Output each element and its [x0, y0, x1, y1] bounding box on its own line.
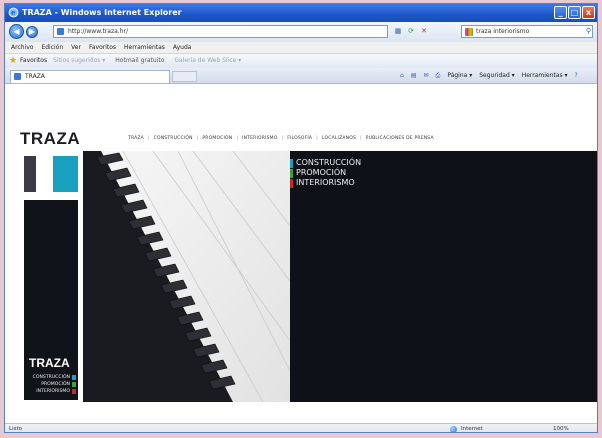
minimize-button[interactable]: _ [554, 6, 567, 19]
sidebar-item-label: PROMOCIÓN [41, 382, 70, 387]
menu-herramientas[interactable]: Herramientas [124, 42, 165, 53]
panel-item-construccion[interactable]: CONSTRUCCIÓN [290, 158, 361, 168]
stop-icon[interactable]: ✕ [419, 26, 429, 36]
mail-icon[interactable]: ✉ [423, 70, 428, 81]
favorites-bar: ★ Favoritos Sitios sugeridos ▾ Hotmail g… [5, 54, 597, 68]
fav-web-slice-gallery[interactable]: Galería de Web Slice ▾ [174, 54, 241, 68]
panel-item-label: PROMOCIÓN [296, 168, 347, 177]
ie-icon: e [8, 7, 19, 18]
back-button[interactable]: ◀ [9, 24, 24, 39]
site-logo[interactable]: TRAZA [20, 129, 80, 149]
nav-filosofia[interactable]: FILOSOFÍA [287, 136, 312, 141]
nav-construccion[interactable]: CONSTRUCCIÓN [154, 136, 193, 141]
search-icon[interactable]: ⚲ [586, 26, 591, 37]
address-row: ◀ ▶ http://www.traza.hr/ ▦ ⟳ ✕ traza int… [5, 22, 597, 42]
color-marker [290, 178, 293, 188]
sidebar-item-promocion[interactable]: PROMOCIÓN [24, 381, 76, 388]
nav-separator: | [147, 136, 150, 141]
fav-suggested-sites[interactable]: Sitios sugeridos ▾ [53, 54, 105, 68]
sidebar-item-interiorismo[interactable]: INTERIORISMO [24, 388, 76, 395]
window-title: TRAZA - Windows Internet Explorer [22, 8, 182, 17]
nav-separator: | [236, 136, 239, 141]
page-menu[interactable]: Página ▾ [447, 70, 472, 81]
status-bar: Listo Internet 100% [5, 423, 597, 432]
tab-traza[interactable]: TRAZA [10, 70, 170, 83]
nav-interiorismo[interactable]: INTERIORISMO [242, 136, 277, 141]
panel-item-label: CONSTRUCCIÓN [296, 158, 362, 167]
feeds-icon[interactable]: ▤ [411, 70, 417, 81]
panel-item-interiorismo[interactable]: INTERIORISMO [290, 178, 361, 188]
content-panel: CONSTRUCCIÓN PROMOCIÓN INTERIORISMO [290, 151, 597, 402]
sidebar-list: CONSTRUCCIÓN PROMOCIÓN INTERIORISMO [24, 374, 76, 395]
menu-edicion[interactable]: Edición [41, 42, 63, 53]
compat-icon[interactable]: ▦ [393, 26, 403, 36]
nav-separator: | [316, 136, 318, 141]
security-menu[interactable]: Seguridad ▾ [479, 70, 514, 81]
sidebar-logo: TRAZA [29, 356, 70, 370]
favorites-star-icon[interactable]: ★ [9, 55, 17, 67]
decorative-block-teal [53, 156, 78, 192]
tab-label: TRAZA [25, 73, 45, 80]
page-icon [57, 28, 64, 35]
status-text: Listo [9, 426, 22, 432]
tab-page-icon [14, 73, 21, 80]
color-marker [72, 389, 76, 394]
refresh-icon[interactable]: ⟳ [406, 26, 416, 36]
close-button[interactable]: x [582, 6, 595, 19]
nav-separator: | [281, 136, 284, 141]
internet-zone-icon [450, 426, 457, 432]
panel-item-promocion[interactable]: PROMOCIÓN [290, 168, 361, 178]
new-tab-button[interactable] [172, 71, 197, 82]
menu-ayuda[interactable]: Ayuda [173, 42, 192, 53]
nav-publicaciones[interactable]: PUBLICACIONES DE PRENSA [366, 136, 434, 141]
color-marker [72, 375, 76, 380]
tab-bar: TRAZA ⌂ ▤ ✉ ⎙ Página ▾ Seguridad ▾ Herra… [5, 68, 597, 84]
panel-item-label: INTERIORISMO [296, 178, 355, 187]
sidebar-item-label: CONSTRUCCIÓN [32, 375, 70, 380]
security-zone: Internet [461, 426, 483, 432]
menu-bar: Archivo Edición Ver Favoritos Herramient… [5, 42, 597, 54]
color-marker [72, 382, 76, 387]
maximize-button[interactable]: □ [568, 6, 581, 19]
nav-localizanos[interactable]: LOCALIZANOS [322, 136, 356, 141]
sidebar-panel [24, 200, 78, 400]
zoom-level[interactable]: 100% [553, 424, 569, 432]
favorites-button[interactable]: Favoritos [20, 54, 47, 68]
menu-ver[interactable]: Ver [71, 42, 81, 53]
browser-window: e TRAZA - Windows Internet Explorer _ □ … [4, 3, 598, 433]
color-marker [290, 168, 293, 178]
site-nav: TRAZA | CONSTRUCCIÓN | PROMOCIÓN | INTERIOR… [128, 136, 434, 141]
web-page: TRAZA TRAZA | CONSTRUCCIÓN | PROMOCIÓN | IN… [5, 84, 597, 423]
sidebar-item-construccion[interactable]: CONSTRUCCIÓN [24, 374, 76, 381]
search-input[interactable]: traza interiorismo ⚲ [461, 25, 593, 38]
decorative-block-dark [24, 156, 36, 192]
home-icon[interactable]: ⌂ [400, 70, 404, 81]
nav-traza[interactable]: TRAZA [128, 136, 144, 141]
hero-photo [83, 151, 290, 402]
sidebar-item-label: INTERIORISMO [36, 389, 70, 394]
panel-list: CONSTRUCCIÓN PROMOCIÓN INTERIORISMO [290, 158, 361, 188]
nav-separator: | [360, 136, 362, 141]
color-marker [290, 158, 293, 168]
menu-archivo[interactable]: Archivo [11, 42, 33, 53]
title-bar: e TRAZA - Windows Internet Explorer _ □ … [5, 4, 597, 22]
address-url: http://www.traza.hr/ [68, 28, 128, 35]
nav-separator: | [196, 136, 199, 141]
print-icon[interactable]: ⎙ [436, 70, 441, 81]
search-value: traza interiorismo [476, 28, 530, 35]
fav-hotmail[interactable]: Hotmail gratuito [115, 54, 164, 68]
forward-button[interactable]: ▶ [26, 26, 38, 38]
help-icon[interactable]: ? [575, 70, 578, 81]
menu-favoritos[interactable]: Favoritos [89, 42, 116, 53]
svg-text:e: e [11, 8, 16, 17]
tools-menu[interactable]: Herramientas ▾ [522, 70, 568, 81]
architecture-image [83, 151, 290, 402]
nav-promocion[interactable]: PROMOCIÓN [202, 136, 232, 141]
search-provider-icon [465, 28, 473, 36]
address-input[interactable]: http://www.traza.hr/ [53, 25, 388, 38]
